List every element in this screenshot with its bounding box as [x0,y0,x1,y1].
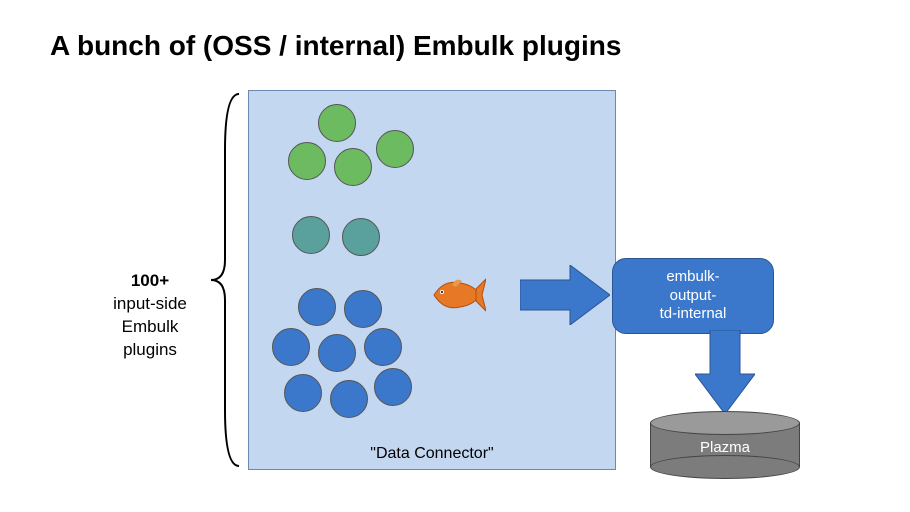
plugin-circle-blue [364,328,402,366]
slide-title: A bunch of (OSS / internal) Embulk plugi… [50,30,621,62]
fish-icon [430,275,486,315]
arrow-right-icon [520,265,610,325]
datastore-label: Plazma [650,439,800,456]
plugin-circle-blue [374,368,412,406]
plugin-circle-blue [330,380,368,418]
plugin-circle-blue [298,288,336,326]
plugin-circle-teal [342,218,380,256]
datastore-cylinder: Plazma [650,411,800,477]
output-line2: output- [670,287,717,304]
plugin-circle-blue [344,290,382,328]
plugins-line1: input-side [113,294,187,313]
plugins-count: 100+ [131,271,169,290]
arrow-down-icon [695,330,755,414]
data-connector-label: "Data Connector" [248,445,616,463]
output-line1: embulk- [666,268,719,285]
plugin-circle-blue [272,328,310,366]
brace-icon [207,90,247,470]
plugin-circle-green [376,130,414,168]
cylinder-top [650,411,800,435]
plugins-line2: Embulk [122,317,179,336]
plugins-count-label: 100+ input-side Embulk plugins [100,270,200,362]
plugin-circle-green [318,104,356,142]
plugin-circle-teal [292,216,330,254]
cylinder-bottom [650,455,800,479]
plugin-circle-green [334,148,372,186]
plugins-line3: plugins [123,340,177,359]
plugin-circle-green [288,142,326,180]
plugin-circle-blue [318,334,356,372]
output-plugin-box: embulk- output- td-internal [612,258,774,334]
output-line3: td-internal [660,305,727,322]
plugin-circle-blue [284,374,322,412]
